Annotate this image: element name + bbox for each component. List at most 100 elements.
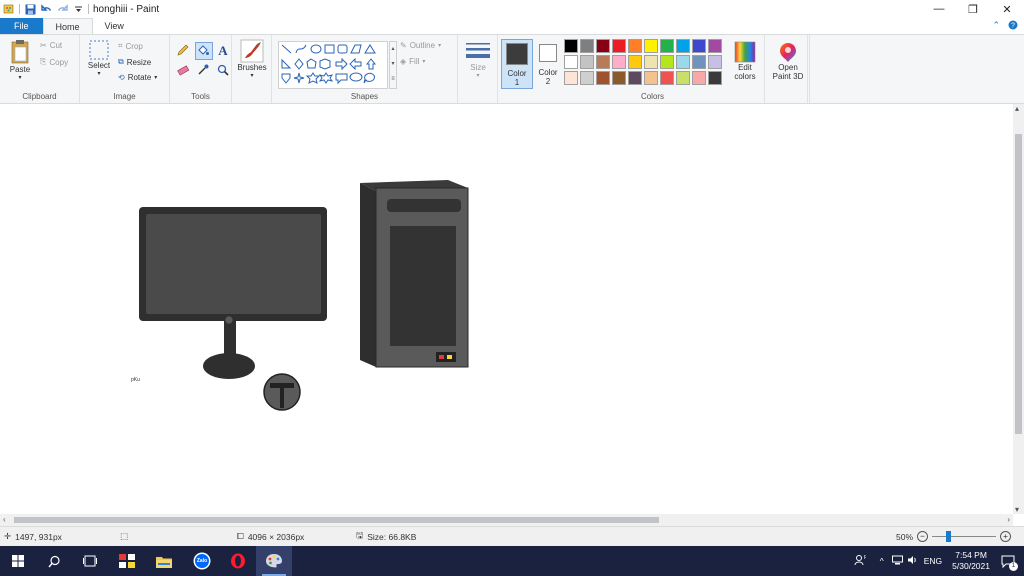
color-swatch[interactable] — [644, 55, 658, 69]
color2-button[interactable]: Color 2 — [534, 39, 562, 89]
show-hidden-icons[interactable]: ^ — [880, 556, 884, 566]
paste-button[interactable]: Paste ▾ — [6, 39, 34, 83]
taskbar-zalo[interactable]: Zalo — [184, 546, 220, 576]
shapes-gallery[interactable] — [278, 41, 388, 89]
color-swatch[interactable] — [596, 55, 610, 69]
color-swatch[interactable] — [612, 55, 626, 69]
color-swatch[interactable] — [628, 39, 642, 53]
zoom-slider-thumb[interactable] — [946, 531, 952, 542]
vertical-scrollbar[interactable]: ▴ ▾ — [1013, 104, 1024, 514]
taskbar-paint[interactable] — [256, 546, 292, 576]
eraser-icon[interactable] — [176, 63, 192, 79]
color-swatch[interactable] — [692, 71, 706, 85]
clock[interactable]: 7:54 PM 5/30/2021 — [952, 550, 990, 572]
tab-view[interactable]: View — [93, 18, 136, 34]
color-swatch[interactable] — [660, 39, 674, 53]
copy-button[interactable]: ⎘ Copy — [40, 57, 68, 67]
restore-button[interactable]: ❐ — [956, 0, 990, 18]
paint-app-icon[interactable] — [3, 3, 15, 15]
volume-icon[interactable] — [907, 555, 918, 567]
color-swatch[interactable] — [676, 71, 690, 85]
pencil-icon[interactable] — [176, 43, 192, 59]
color-picker-icon[interactable] — [196, 63, 212, 79]
color-swatch[interactable] — [564, 55, 578, 69]
color-swatch[interactable] — [596, 39, 610, 53]
language-indicator[interactable]: ENG — [924, 556, 942, 566]
color-swatch[interactable] — [708, 39, 722, 53]
color-swatch[interactable] — [628, 71, 642, 85]
person-icon[interactable]: R — [854, 554, 868, 568]
scroll-up-icon[interactable]: ▴ — [1015, 104, 1019, 113]
text-icon[interactable]: A — [216, 43, 232, 59]
color-swatch[interactable] — [580, 55, 594, 69]
cut-button[interactable]: ✂ Cut — [40, 41, 62, 50]
ribbon-collapse-icon[interactable]: ⌃ — [992, 20, 1000, 32]
close-button[interactable]: ✕ — [990, 0, 1024, 18]
zoom-slider[interactable] — [932, 531, 997, 542]
color-swatch[interactable] — [708, 55, 722, 69]
taskbar-file-explorer[interactable] — [146, 546, 182, 576]
color-swatch[interactable] — [676, 39, 690, 53]
select-button[interactable]: Select ▾ — [85, 39, 113, 79]
color-swatch[interactable] — [564, 39, 578, 53]
color-swatch[interactable] — [692, 55, 706, 69]
zoom-in-button[interactable]: + — [1000, 531, 1012, 542]
vertical-scroll-thumb[interactable] — [1015, 134, 1022, 434]
fill-button[interactable]: ◈ Fill ▾ — [400, 57, 425, 66]
shapes-scroll[interactable]: ▴ ▾ ≡ — [389, 41, 397, 89]
color-swatch[interactable] — [612, 39, 626, 53]
scroll-right-icon[interactable]: › — [1007, 515, 1010, 524]
horizontal-scrollbar[interactable]: ‹ › — [0, 514, 1013, 526]
brushes-dropdown-icon[interactable]: ▾ — [250, 72, 253, 81]
outline-button[interactable]: ✎ Outline ▾ — [400, 41, 441, 50]
select-dropdown-icon[interactable]: ▾ — [97, 70, 100, 79]
minimize-button[interactable]: — — [922, 0, 956, 18]
redo-icon[interactable] — [56, 3, 68, 15]
save-icon[interactable] — [24, 3, 36, 15]
network-icon[interactable] — [891, 555, 903, 567]
scroll-left-icon[interactable]: ‹ — [3, 515, 6, 524]
tab-file[interactable]: File — [0, 18, 43, 34]
color-swatch[interactable] — [676, 55, 690, 69]
open-paint3d-button[interactable]: Open Paint 3D — [769, 41, 807, 81]
scroll-down-icon[interactable]: ▾ — [1015, 505, 1019, 514]
paste-dropdown-icon[interactable]: ▾ — [18, 74, 21, 83]
size-button[interactable]: Size ▾ — [463, 41, 493, 81]
rotate-dropdown-icon[interactable]: ▾ — [154, 74, 157, 81]
start-button[interactable] — [0, 546, 36, 576]
color-swatch[interactable] — [644, 39, 658, 53]
color-swatch[interactable] — [660, 71, 674, 85]
color-swatch[interactable] — [580, 71, 594, 85]
tab-home[interactable]: Home — [42, 18, 93, 34]
zoom-out-button[interactable]: − — [917, 531, 929, 542]
brushes-button[interactable]: Brushes ▾ — [235, 39, 269, 81]
color-swatch[interactable] — [580, 39, 594, 53]
color-swatch[interactable] — [660, 55, 674, 69]
crop-button[interactable]: ⌗ Crop — [118, 41, 143, 51]
taskbar-opera[interactable] — [220, 546, 256, 576]
horizontal-scroll-thumb[interactable] — [14, 517, 659, 523]
customize-icon[interactable] — [72, 3, 84, 15]
color-swatch[interactable] — [612, 71, 626, 85]
color-swatch[interactable] — [708, 71, 722, 85]
resize-button[interactable]: ⧉ Resize — [118, 57, 151, 67]
app-grid-icon — [119, 554, 135, 568]
rotate-button[interactable]: ⟲ Rotate ▾ — [118, 73, 157, 82]
color-swatch[interactable] — [596, 71, 610, 85]
color-swatch[interactable] — [692, 39, 706, 53]
window-controls: — ❐ ✕ — [922, 0, 1024, 18]
taskbar-app-1[interactable] — [109, 546, 145, 576]
color1-button[interactable]: Color 1 — [501, 39, 533, 89]
drawing-canvas[interactable]: pKu — [0, 104, 1013, 514]
undo-icon[interactable] — [40, 3, 52, 15]
color-swatch[interactable] — [644, 71, 658, 85]
notification-center-button[interactable]: 1 — [1000, 553, 1018, 571]
edit-colors-button[interactable]: Edit colors — [730, 41, 760, 81]
magnifier-icon[interactable] — [216, 63, 232, 79]
task-view-button[interactable] — [72, 546, 108, 576]
help-icon[interactable]: ? — [1008, 20, 1018, 32]
fill-icon[interactable] — [195, 42, 213, 60]
color-swatch[interactable] — [564, 71, 578, 85]
search-button[interactable] — [36, 546, 72, 576]
color-swatch[interactable] — [628, 55, 642, 69]
